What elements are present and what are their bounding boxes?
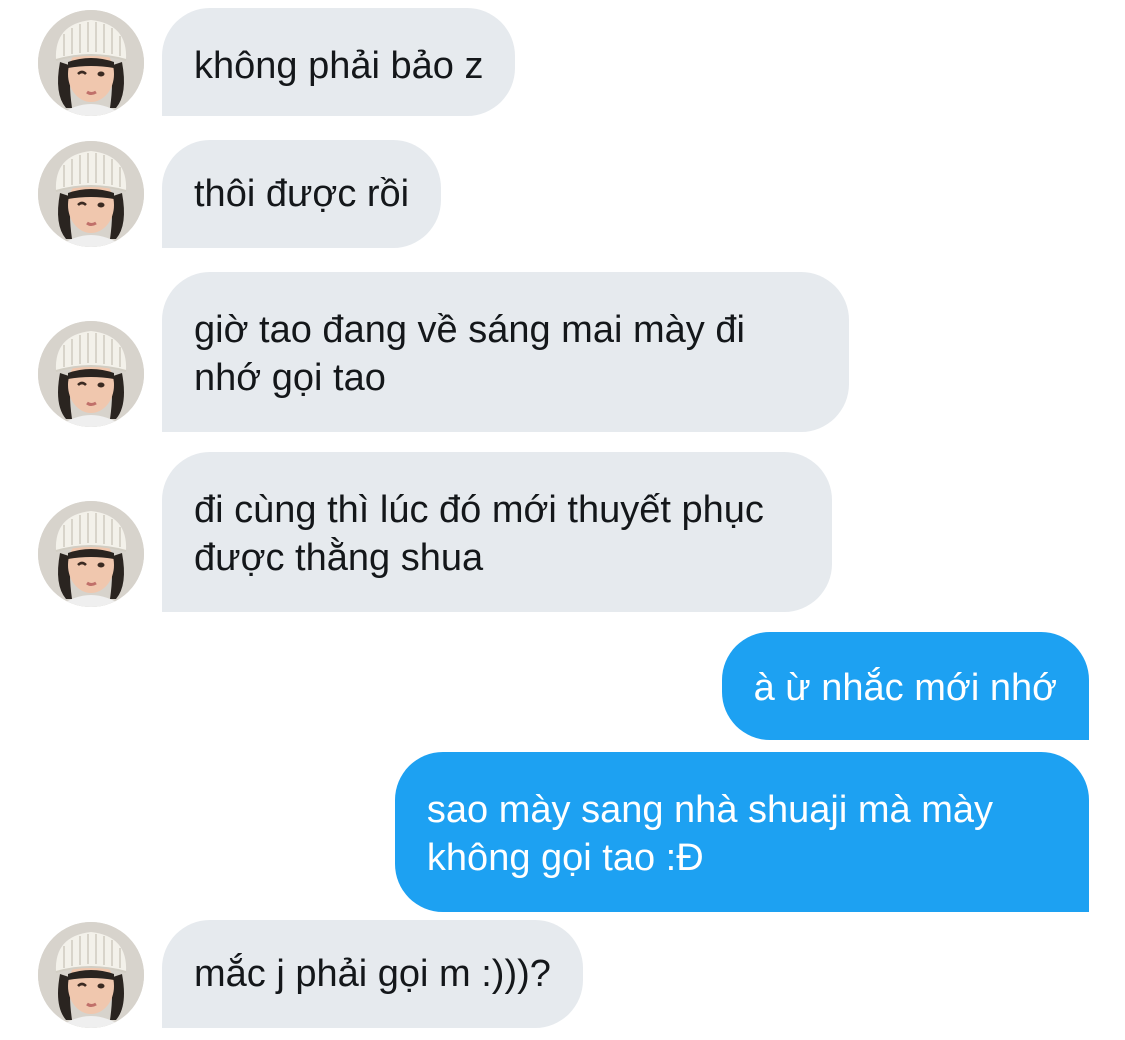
contact-avatar[interactable] [38,141,144,247]
message-line: không gọi tao :Đ [426,837,704,879]
avatar-photo-icon [38,321,144,427]
received-message[interactable]: thôi được rồi [162,140,442,248]
message-line: à ừ nhắc mới nhớ [753,667,1057,709]
message-line: sao mày sang nhà shuaji mà mày [426,789,993,831]
message-line: không phải bảo z [194,45,484,87]
message-line: nhớ gọi tao [194,357,386,399]
contact-avatar[interactable] [38,922,144,1028]
sent-message[interactable]: sao mày sang nhà shuaji mà mày không gọi… [394,752,1089,912]
contact-avatar[interactable] [38,501,144,607]
message-line: thôi được rồi [194,173,410,215]
received-message[interactable]: giờ tao đang về sáng mai mày đi nhớ gọi … [162,272,849,432]
received-message[interactable]: đi cùng thì lúc đó mới thuyết phục được … [162,452,832,612]
received-message[interactable]: mắc j phải gọi m :)))? [162,920,583,1028]
avatar-photo-icon [38,922,144,1028]
sent-message[interactable]: à ừ nhắc mới nhớ [721,632,1089,740]
avatar-photo-icon [38,10,144,116]
message-line: giờ tao đang về sáng mai mày đi [194,309,745,351]
avatar-photo-icon [38,501,144,607]
contact-avatar[interactable] [38,10,144,116]
message-line: được thằng shua [194,537,484,579]
contact-avatar[interactable] [38,321,144,427]
avatar-photo-icon [38,141,144,247]
message-line: mắc j phải gọi m :)))? [194,953,551,995]
message-line: đi cùng thì lúc đó mới thuyết phục [194,489,764,531]
received-message[interactable]: không phải bảo z [162,8,516,116]
